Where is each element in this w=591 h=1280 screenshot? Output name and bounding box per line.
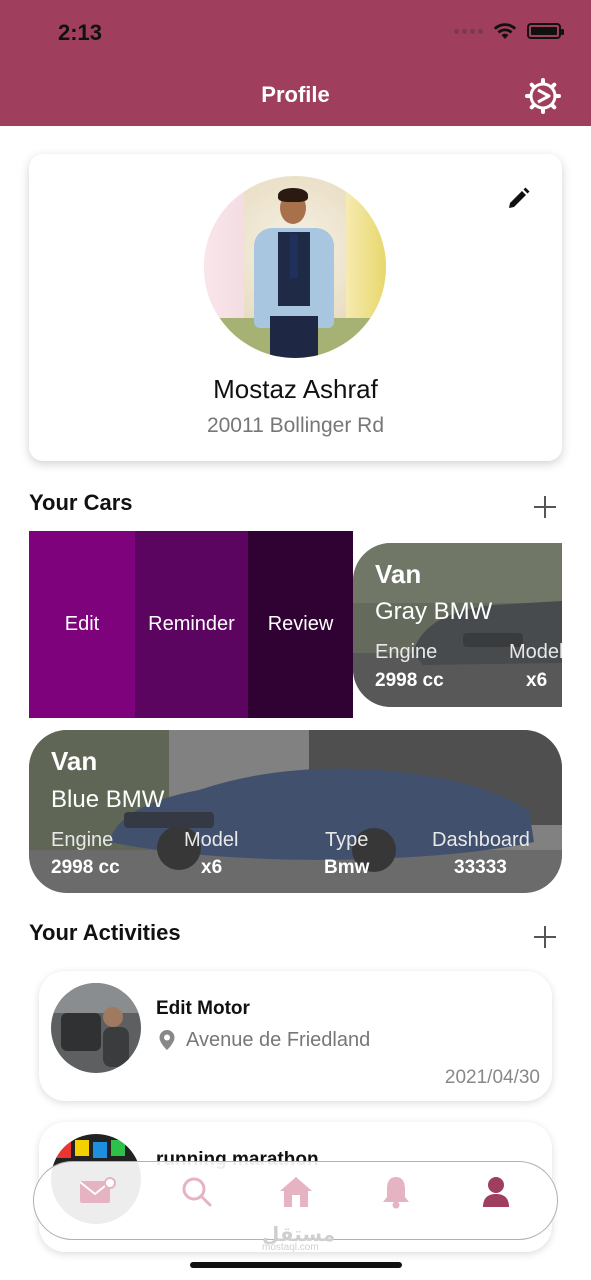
car-spec-label: Engine bbox=[375, 641, 438, 663]
car-spec-label: Model bbox=[184, 829, 239, 851]
location-pin-icon bbox=[159, 1030, 175, 1050]
settings-gear-icon[interactable] bbox=[524, 78, 562, 114]
add-activity-plus-icon[interactable] bbox=[532, 924, 558, 950]
car-spec-value: x6 bbox=[526, 670, 548, 691]
car-spec-label: Engine bbox=[51, 829, 114, 851]
nav-profile[interactable] bbox=[476, 1174, 516, 1210]
profile-card: Mostaz Ashraf 20011 Bollinger Rd bbox=[29, 154, 562, 461]
activity-card[interactable]: Edit Motor Avenue de Friedland 2021/04/3… bbox=[39, 971, 552, 1101]
car-name: Gray BMW bbox=[375, 598, 493, 625]
search-icon bbox=[182, 1177, 212, 1207]
person-icon bbox=[483, 1177, 509, 1207]
battery-icon bbox=[527, 23, 564, 39]
car-spec-value: 33333 bbox=[454, 857, 507, 878]
home-indicator[interactable] bbox=[190, 1262, 402, 1268]
wifi-icon bbox=[493, 23, 517, 39]
car-type: Van bbox=[375, 559, 422, 589]
nav-home[interactable] bbox=[276, 1174, 316, 1210]
edit-car-action[interactable]: Edit bbox=[29, 531, 135, 718]
car-swipe-actions: Edit Reminder Review bbox=[29, 531, 353, 718]
add-car-plus-icon[interactable] bbox=[532, 494, 558, 520]
activity-date: 2021/04/30 bbox=[444, 1067, 540, 1088]
app-header: 2:13 Profile bbox=[0, 0, 591, 126]
signal-icon bbox=[454, 28, 483, 34]
activity-image bbox=[51, 983, 141, 1073]
cars-section-title: Your Cars bbox=[29, 490, 133, 515]
car-name: Blue BMW bbox=[51, 786, 165, 813]
car-spec-label: Dashboard bbox=[432, 829, 530, 851]
profile-avatar bbox=[204, 176, 386, 358]
review-car-action[interactable]: Review bbox=[248, 531, 353, 718]
activity-title: Edit Motor bbox=[156, 998, 250, 1019]
status-icons bbox=[454, 22, 564, 40]
car-card-blue-bmw[interactable]: Van Blue BMW Engine 2998 cc Model x6 Typ… bbox=[29, 730, 562, 893]
bell-icon bbox=[383, 1177, 409, 1209]
car-spec-value: Bmw bbox=[324, 857, 370, 878]
nav-messages[interactable] bbox=[78, 1174, 118, 1210]
profile-name: Mostaz Ashraf bbox=[213, 374, 378, 404]
car-spec-label: Type bbox=[325, 829, 369, 851]
car-spec-value: 2998 cc bbox=[51, 857, 120, 878]
car-spec-value: 2998 cc bbox=[375, 670, 444, 691]
nav-search[interactable] bbox=[177, 1174, 217, 1210]
car-spec-label: Model bbox=[509, 641, 562, 663]
profile-screen: 2:13 Profile Mostaz Ashraf 20011 Bolling… bbox=[0, 0, 591, 1280]
status-time: 2:13 bbox=[58, 20, 103, 45]
page-title: Profile bbox=[261, 82, 330, 107]
watermark-url: mostaql.com bbox=[262, 1242, 319, 1253]
nav-notifications[interactable] bbox=[376, 1174, 416, 1210]
home-icon bbox=[280, 1177, 312, 1207]
edit-pencil-icon[interactable] bbox=[505, 186, 531, 212]
activities-section-title: Your Activities bbox=[29, 920, 181, 945]
car-card-gray-bmw[interactable]: Van Gray BMW Engine 2998 cc Model x6 bbox=[353, 543, 562, 707]
reminder-car-action[interactable]: Reminder bbox=[135, 531, 248, 718]
car-spec-value: x6 bbox=[201, 857, 223, 878]
profile-address: 20011 Bollinger Rd bbox=[206, 414, 385, 437]
car-type: Van bbox=[51, 746, 98, 776]
activity-location: Avenue de Friedland bbox=[186, 1029, 371, 1051]
envelope-icon bbox=[79, 1177, 116, 1203]
